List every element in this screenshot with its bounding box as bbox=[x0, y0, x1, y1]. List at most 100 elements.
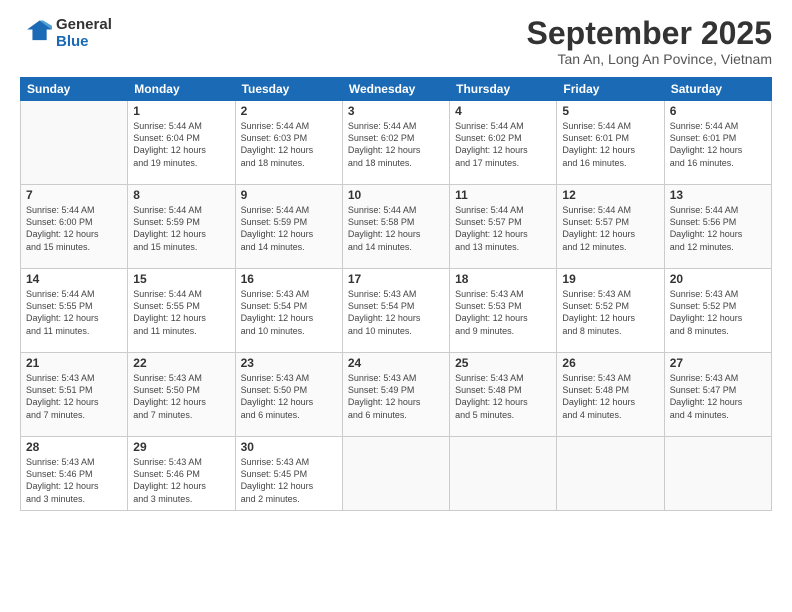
col-sunday: Sunday bbox=[21, 78, 128, 101]
day-number: 27 bbox=[670, 356, 766, 370]
day-info: Sunrise: 5:44 AM Sunset: 6:02 PM Dayligh… bbox=[348, 120, 444, 169]
title-block: September 2025 Tan An, Long An Povince, … bbox=[527, 16, 772, 67]
day-number: 29 bbox=[133, 440, 229, 454]
page: General Blue September 2025 Tan An, Long… bbox=[0, 0, 792, 612]
day-info: Sunrise: 5:43 AM Sunset: 5:45 PM Dayligh… bbox=[241, 456, 337, 505]
calendar-header-row: Sunday Monday Tuesday Wednesday Thursday… bbox=[21, 78, 772, 101]
day-info: Sunrise: 5:44 AM Sunset: 5:58 PM Dayligh… bbox=[348, 204, 444, 253]
day-number: 4 bbox=[455, 104, 551, 118]
calendar-cell bbox=[664, 437, 771, 511]
day-info: Sunrise: 5:43 AM Sunset: 5:51 PM Dayligh… bbox=[26, 372, 122, 421]
day-info: Sunrise: 5:43 AM Sunset: 5:54 PM Dayligh… bbox=[241, 288, 337, 337]
day-info: Sunrise: 5:44 AM Sunset: 6:01 PM Dayligh… bbox=[670, 120, 766, 169]
calendar-cell: 22 Sunrise: 5:43 AM Sunset: 5:50 PM Dayli… bbox=[128, 353, 235, 437]
day-info: Sunrise: 5:44 AM Sunset: 6:04 PM Dayligh… bbox=[133, 120, 229, 169]
day-number: 7 bbox=[26, 188, 122, 202]
day-info: Sunrise: 5:44 AM Sunset: 6:03 PM Dayligh… bbox=[241, 120, 337, 169]
day-number: 12 bbox=[562, 188, 658, 202]
day-number: 8 bbox=[133, 188, 229, 202]
calendar-cell: 14 Sunrise: 5:44 AM Sunset: 5:55 PM Dayli… bbox=[21, 269, 128, 353]
day-number: 23 bbox=[241, 356, 337, 370]
day-number: 21 bbox=[26, 356, 122, 370]
col-saturday: Saturday bbox=[664, 78, 771, 101]
calendar-cell: 28 Sunrise: 5:43 AM Sunset: 5:46 PM Dayli… bbox=[21, 437, 128, 511]
logo: General Blue bbox=[20, 16, 112, 50]
location-subtitle: Tan An, Long An Povince, Vietnam bbox=[527, 51, 772, 67]
day-info: Sunrise: 5:44 AM Sunset: 6:01 PM Dayligh… bbox=[562, 120, 658, 169]
calendar-cell: 29 Sunrise: 5:43 AM Sunset: 5:46 PM Dayli… bbox=[128, 437, 235, 511]
day-info: Sunrise: 5:43 AM Sunset: 5:50 PM Dayligh… bbox=[133, 372, 229, 421]
calendar-cell: 16 Sunrise: 5:43 AM Sunset: 5:54 PM Dayli… bbox=[235, 269, 342, 353]
week-row-1: 1 Sunrise: 5:44 AM Sunset: 6:04 PM Daylig… bbox=[21, 101, 772, 185]
calendar-cell: 15 Sunrise: 5:44 AM Sunset: 5:55 PM Dayli… bbox=[128, 269, 235, 353]
day-number: 30 bbox=[241, 440, 337, 454]
day-info: Sunrise: 5:43 AM Sunset: 5:50 PM Dayligh… bbox=[241, 372, 337, 421]
calendar-cell: 20 Sunrise: 5:43 AM Sunset: 5:52 PM Dayli… bbox=[664, 269, 771, 353]
day-info: Sunrise: 5:43 AM Sunset: 5:46 PM Dayligh… bbox=[133, 456, 229, 505]
day-info: Sunrise: 5:43 AM Sunset: 5:52 PM Dayligh… bbox=[670, 288, 766, 337]
calendar-cell: 25Sunrise: 5:43 AM Sunset: 5:48 PM Dayli… bbox=[450, 353, 557, 437]
day-number: 2 bbox=[241, 104, 337, 118]
col-monday: Monday bbox=[128, 78, 235, 101]
day-info: Sunrise: 5:44 AM Sunset: 5:55 PM Dayligh… bbox=[26, 288, 122, 337]
day-info: Sunrise: 5:43 AM Sunset: 5:48 PM Dayligh… bbox=[562, 372, 658, 421]
calendar-cell: 4 Sunrise: 5:44 AM Sunset: 6:02 PM Daylig… bbox=[450, 101, 557, 185]
calendar-cell bbox=[450, 437, 557, 511]
day-number: 20 bbox=[670, 272, 766, 286]
day-number: 16 bbox=[241, 272, 337, 286]
day-info: Sunrise: 5:44 AM Sunset: 5:55 PM Dayligh… bbox=[133, 288, 229, 337]
week-row-5: 28 Sunrise: 5:43 AM Sunset: 5:46 PM Dayli… bbox=[21, 437, 772, 511]
col-tuesday: Tuesday bbox=[235, 78, 342, 101]
day-number: 24 bbox=[348, 356, 444, 370]
day-number: 6 bbox=[670, 104, 766, 118]
day-number: 19 bbox=[562, 272, 658, 286]
calendar-cell: 7Sunrise: 5:44 AM Sunset: 6:00 PM Daylig… bbox=[21, 185, 128, 269]
calendar-cell: 5Sunrise: 5:44 AM Sunset: 6:01 PM Daylig… bbox=[557, 101, 664, 185]
day-number: 28 bbox=[26, 440, 122, 454]
calendar-cell: 8Sunrise: 5:44 AM Sunset: 5:59 PM Daylig… bbox=[128, 185, 235, 269]
day-info: Sunrise: 5:43 AM Sunset: 5:47 PM Dayligh… bbox=[670, 372, 766, 421]
calendar-table: Sunday Monday Tuesday Wednesday Thursday… bbox=[20, 77, 772, 511]
calendar-cell bbox=[21, 101, 128, 185]
day-info: Sunrise: 5:44 AM Sunset: 5:59 PM Dayligh… bbox=[241, 204, 337, 253]
calendar-cell: 27 Sunrise: 5:43 AM Sunset: 5:47 PM Dayli… bbox=[664, 353, 771, 437]
logo-icon bbox=[20, 17, 52, 49]
calendar-cell bbox=[342, 437, 449, 511]
week-row-4: 21 Sunrise: 5:43 AM Sunset: 5:51 PM Dayli… bbox=[21, 353, 772, 437]
calendar-cell: 18 Sunrise: 5:43 AM Sunset: 5:53 PM Dayli… bbox=[450, 269, 557, 353]
calendar-cell: 2 Sunrise: 5:44 AM Sunset: 6:03 PM Daylig… bbox=[235, 101, 342, 185]
day-number: 26 bbox=[562, 356, 658, 370]
calendar-cell: 1 Sunrise: 5:44 AM Sunset: 6:04 PM Daylig… bbox=[128, 101, 235, 185]
calendar-cell: 9 Sunrise: 5:44 AM Sunset: 5:59 PM Daylig… bbox=[235, 185, 342, 269]
calendar-cell: 6 Sunrise: 5:44 AM Sunset: 6:01 PM Daylig… bbox=[664, 101, 771, 185]
calendar-cell: 23 Sunrise: 5:43 AM Sunset: 5:50 PM Dayli… bbox=[235, 353, 342, 437]
day-info: Sunrise: 5:43 AM Sunset: 5:46 PM Dayligh… bbox=[26, 456, 122, 505]
day-info: Sunrise: 5:43 AM Sunset: 5:53 PM Dayligh… bbox=[455, 288, 551, 337]
day-number: 3 bbox=[348, 104, 444, 118]
week-row-3: 14 Sunrise: 5:44 AM Sunset: 5:55 PM Dayli… bbox=[21, 269, 772, 353]
calendar-cell: 11Sunrise: 5:44 AM Sunset: 5:57 PM Dayli… bbox=[450, 185, 557, 269]
calendar-cell bbox=[557, 437, 664, 511]
calendar-cell: 10Sunrise: 5:44 AM Sunset: 5:58 PM Dayli… bbox=[342, 185, 449, 269]
calendar-cell: 24 Sunrise: 5:43 AM Sunset: 5:49 PM Dayli… bbox=[342, 353, 449, 437]
day-number: 14 bbox=[26, 272, 122, 286]
calendar-cell: 3 Sunrise: 5:44 AM Sunset: 6:02 PM Daylig… bbox=[342, 101, 449, 185]
day-number: 22 bbox=[133, 356, 229, 370]
day-info: Sunrise: 5:43 AM Sunset: 5:54 PM Dayligh… bbox=[348, 288, 444, 337]
day-number: 18 bbox=[455, 272, 551, 286]
day-info: Sunrise: 5:44 AM Sunset: 5:57 PM Dayligh… bbox=[562, 204, 658, 253]
col-wednesday: Wednesday bbox=[342, 78, 449, 101]
day-number: 13 bbox=[670, 188, 766, 202]
calendar-cell: 13 Sunrise: 5:44 AM Sunset: 5:56 PM Dayli… bbox=[664, 185, 771, 269]
col-thursday: Thursday bbox=[450, 78, 557, 101]
day-info: Sunrise: 5:44 AM Sunset: 5:56 PM Dayligh… bbox=[670, 204, 766, 253]
day-number: 1 bbox=[133, 104, 229, 118]
day-info: Sunrise: 5:44 AM Sunset: 6:02 PM Dayligh… bbox=[455, 120, 551, 169]
day-number: 9 bbox=[241, 188, 337, 202]
day-number: 17 bbox=[348, 272, 444, 286]
day-number: 25 bbox=[455, 356, 551, 370]
day-info: Sunrise: 5:43 AM Sunset: 5:49 PM Dayligh… bbox=[348, 372, 444, 421]
day-number: 15 bbox=[133, 272, 229, 286]
calendar-cell: 26 Sunrise: 5:43 AM Sunset: 5:48 PM Dayli… bbox=[557, 353, 664, 437]
header: General Blue September 2025 Tan An, Long… bbox=[20, 16, 772, 67]
